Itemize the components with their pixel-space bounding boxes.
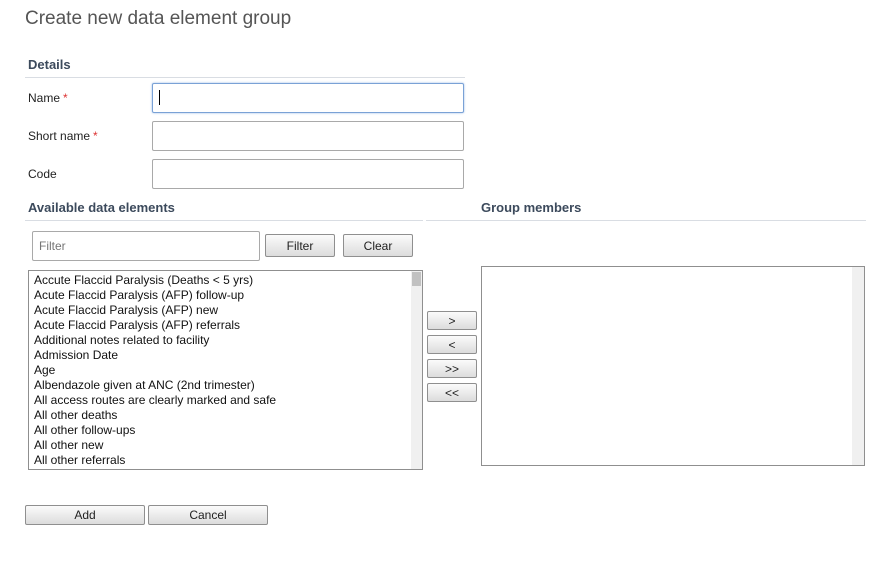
members-list[interactable] <box>481 266 865 466</box>
list-item[interactable]: Albendazole given at ANC (2nd trimester) <box>29 378 422 393</box>
available-list[interactable]: Accute Flaccid Paralysis (Deaths < 5 yrs… <box>28 270 423 470</box>
name-input[interactable] <box>152 83 464 113</box>
short-name-input[interactable] <box>152 121 464 151</box>
list-item[interactable]: Acute Flaccid Paralysis (AFP) referrals <box>29 318 422 333</box>
filter-input[interactable] <box>32 231 260 261</box>
add-button[interactable]: Add <box>25 505 145 525</box>
scroll-thumb[interactable] <box>412 272 421 286</box>
list-item[interactable]: Acute Flaccid Paralysis (AFP) follow-up <box>29 288 422 303</box>
move-right-button[interactable]: > <box>427 311 477 330</box>
list-item[interactable]: Admission Date <box>29 348 422 363</box>
list-item[interactable]: All other follow-ups <box>29 423 422 438</box>
details-header: Details <box>28 57 71 72</box>
list-item[interactable]: Accute Flaccid Paralysis (Deaths < 5 yrs… <box>29 273 422 288</box>
move-all-left-button[interactable]: << <box>427 383 477 402</box>
code-label: Code <box>28 167 57 181</box>
required-marker: * <box>63 91 68 105</box>
list-item[interactable]: All other referrals <box>29 453 422 468</box>
text-caret <box>159 90 160 105</box>
list-item[interactable]: Additional notes related to facility <box>29 333 422 348</box>
short-name-label-text: Short name <box>28 129 91 143</box>
list-item[interactable]: Age <box>29 363 422 378</box>
list-item[interactable]: Acute Flaccid Paralysis (AFP) new <box>29 303 422 318</box>
filter-button[interactable]: Filter <box>265 234 335 257</box>
members-divider <box>426 220 866 221</box>
name-label-text: Name <box>28 91 61 105</box>
code-input[interactable] <box>152 159 464 189</box>
details-divider <box>25 77 465 78</box>
move-left-button[interactable]: < <box>427 335 477 354</box>
name-label: Name * <box>28 91 68 105</box>
list-item[interactable]: All access routes are clearly marked and… <box>29 393 422 408</box>
required-marker: * <box>93 129 98 143</box>
short-name-label: Short name * <box>28 129 98 143</box>
clear-button[interactable]: Clear <box>343 234 413 257</box>
page-title: Create new data element group <box>25 8 292 29</box>
list-item[interactable]: All other new <box>29 438 422 453</box>
cancel-button[interactable]: Cancel <box>148 505 268 525</box>
available-divider <box>25 220 423 221</box>
available-items: Accute Flaccid Paralysis (Deaths < 5 yrs… <box>29 271 422 468</box>
members-header: Group members <box>481 200 582 215</box>
members-scrollbar[interactable] <box>852 267 864 465</box>
list-item[interactable]: All other deaths <box>29 408 422 423</box>
available-header: Available data elements <box>28 200 175 215</box>
scrollbar[interactable] <box>411 271 422 469</box>
move-all-right-button[interactable]: >> <box>427 359 477 378</box>
